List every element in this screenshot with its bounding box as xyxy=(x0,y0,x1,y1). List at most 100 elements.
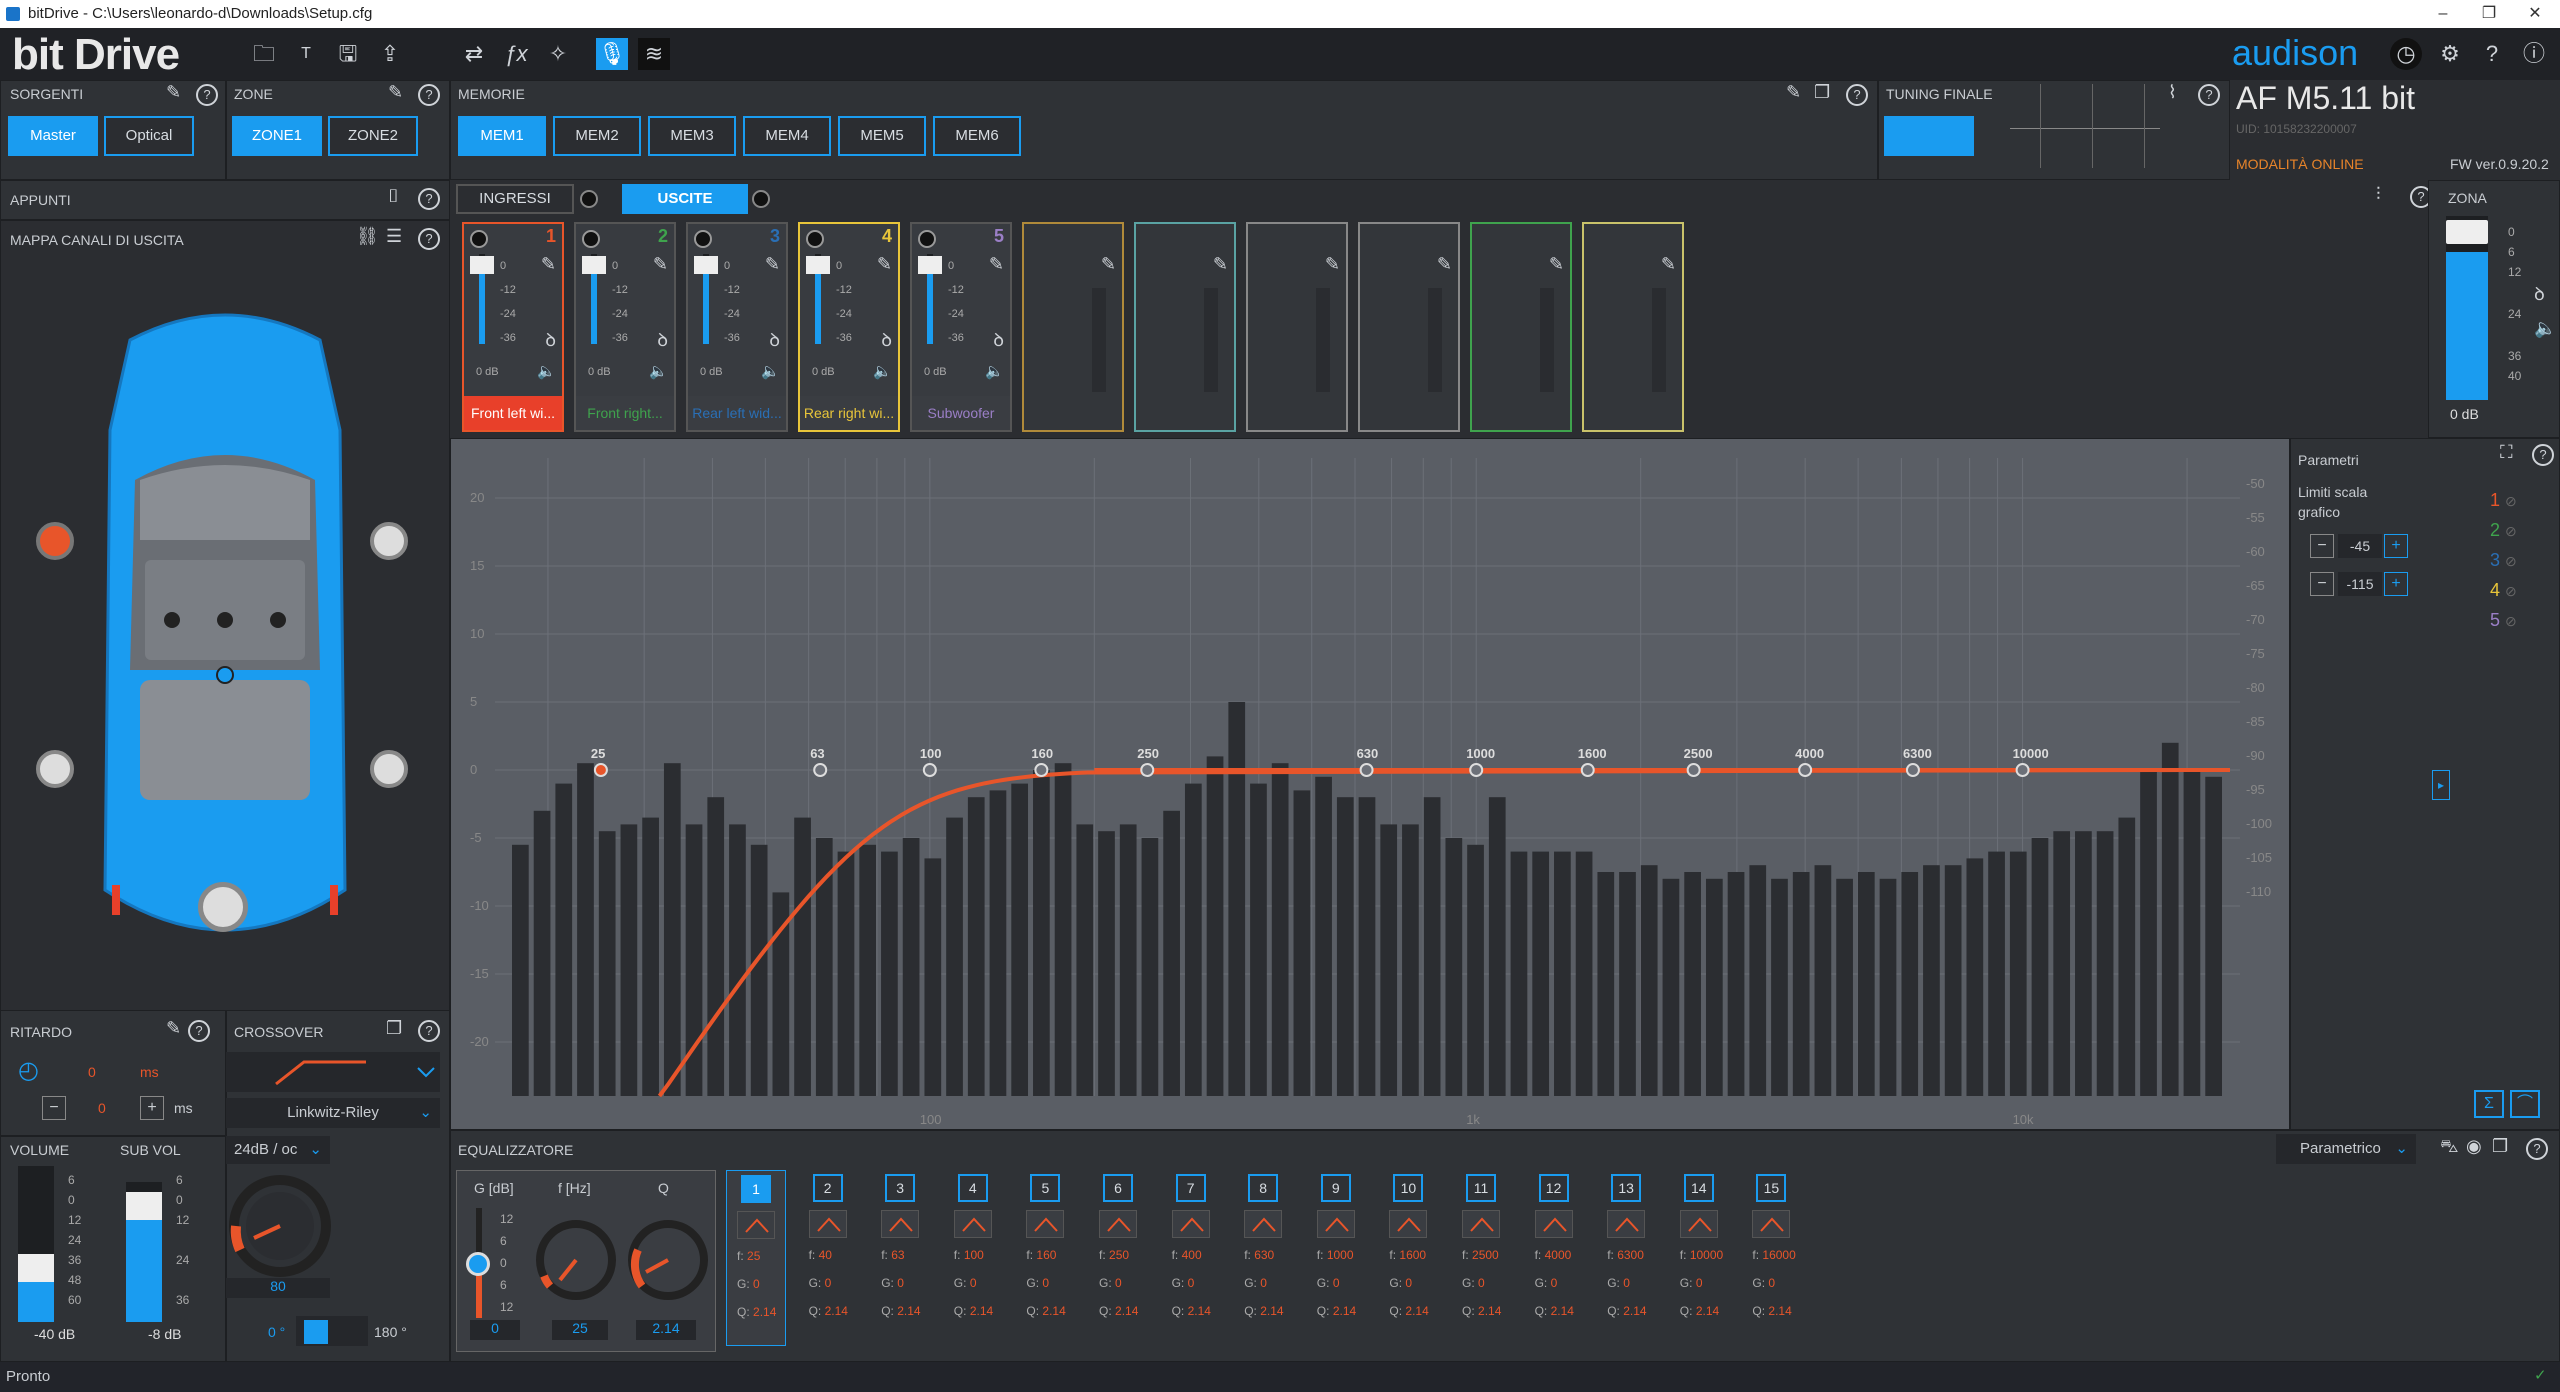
crossover-knob[interactable] xyxy=(220,1166,340,1286)
eq-band-button[interactable]: 14 xyxy=(1683,1174,1714,1202)
delay-plus-button[interactable]: + xyxy=(140,1096,164,1120)
channel-fader[interactable] xyxy=(806,256,830,274)
hidden-eye-icon[interactable]: ⊘ xyxy=(2505,613,2517,629)
mute-icon[interactable]: 🔈 xyxy=(985,362,1004,380)
legend-item-2[interactable]: 2 ⊘ xyxy=(2490,520,2517,541)
help-icon[interactable]: ? xyxy=(188,1020,210,1042)
edit-icon[interactable]: ✎ xyxy=(1325,254,1340,275)
help-icon[interactable]: ? xyxy=(418,228,440,250)
copy-icon[interactable]: ❐ xyxy=(2492,1136,2508,1157)
channel-name[interactable]: Rear right wi... xyxy=(800,396,898,430)
phase-slider-handle[interactable] xyxy=(304,1320,328,1344)
copy-icon[interactable]: ❐ xyxy=(386,1018,402,1039)
crossover-freq[interactable]: 80 xyxy=(226,1278,330,1298)
help-icon[interactable]: ? xyxy=(196,84,218,106)
eq-band-2[interactable]: 2 f: 40 G: 0 Q: 2.14 xyxy=(799,1174,859,1318)
output-channel-4[interactable]: 4 0 -12 -24 -36 ✎ ꝺ 0 dB 🔈 Rear right wi... xyxy=(798,222,900,432)
peak-filter-icon[interactable] xyxy=(737,1211,775,1239)
waveform-icon[interactable]: ≋ xyxy=(638,38,670,70)
min-value[interactable]: -115 xyxy=(2338,572,2382,596)
eq-band-8[interactable]: 8 f: 630 G: 0 Q: 2.14 xyxy=(1234,1174,1294,1318)
ear-icon[interactable]: ꝺ xyxy=(2534,282,2545,306)
edit-icon[interactable]: ✎ xyxy=(1549,254,1564,275)
max-plus-button[interactable]: + xyxy=(2384,534,2408,558)
peak-filter-icon[interactable] xyxy=(1607,1210,1646,1238)
edit-icon[interactable]: ✎ xyxy=(1786,82,1801,103)
tab-uscite[interactable]: USCITE xyxy=(622,184,748,214)
eq-band-node[interactable] xyxy=(593,763,608,777)
edit-icon[interactable]: ✎ xyxy=(1661,254,1676,275)
save-icon[interactable]: 🖫 xyxy=(332,38,364,70)
volume-fader[interactable] xyxy=(18,1254,54,1282)
eq-band-11[interactable]: 11 f: 2500 G: 0 Q: 2.14 xyxy=(1452,1174,1512,1318)
eq-band-node[interactable] xyxy=(1686,763,1701,777)
eq-band-node[interactable] xyxy=(2015,763,2030,777)
peak-filter-icon[interactable] xyxy=(1462,1210,1500,1238)
edit-icon[interactable]: ✎ xyxy=(166,1018,181,1039)
output-channel-2[interactable]: 2 0 -12 -24 -36 ✎ ꝺ 0 dB 🔈 Front right... xyxy=(574,222,676,432)
eq-band-button[interactable]: 2 xyxy=(812,1174,843,1202)
legend-item-1[interactable]: 1 ⊘ xyxy=(2490,490,2517,511)
channel-name[interactable]: Rear left wid... xyxy=(688,396,786,430)
edit-icon[interactable]: ✎ xyxy=(765,254,780,275)
edit-icon[interactable]: ✎ xyxy=(541,254,556,275)
zone2-button[interactable]: ZONE2 xyxy=(328,116,418,156)
close-icon[interactable]: ✕ xyxy=(2512,0,2558,28)
channel-name[interactable]: Front right... xyxy=(576,396,674,430)
copy-icon[interactable]: ❐ xyxy=(1814,82,1830,103)
eq-band-12[interactable]: 12 f: 4000 G: 0 Q: 2.14 xyxy=(1525,1174,1585,1318)
help-icon[interactable]: ? xyxy=(418,84,440,106)
peak-filter-icon[interactable] xyxy=(1244,1210,1283,1238)
filter-shape-select[interactable] xyxy=(226,1052,440,1092)
upload-icon[interactable]: ⇪ xyxy=(374,38,406,70)
help-icon[interactable]: ? xyxy=(2526,1138,2548,1160)
delay-step-value[interactable]: 0 xyxy=(98,1100,106,1116)
camera-icon[interactable]: ⌷ xyxy=(388,186,399,207)
mixer-icon[interactable]: ⫶ xyxy=(2376,184,2381,205)
reset-icon[interactable]: ◉ xyxy=(2466,1136,2482,1157)
eq-band-node[interactable] xyxy=(1140,763,1155,777)
tab-ingressi[interactable]: INGRESSI xyxy=(456,184,574,214)
zone1-button[interactable]: ZONE1 xyxy=(232,116,322,156)
mute-icon[interactable]: 🔈 xyxy=(2534,318,2556,339)
help-icon[interactable]: ? xyxy=(2476,38,2508,70)
help-icon[interactable]: ? xyxy=(1846,84,1868,106)
help-icon[interactable]: ? xyxy=(418,1020,440,1042)
eq-band-node[interactable] xyxy=(813,763,828,777)
f-value[interactable]: 25 xyxy=(552,1320,608,1340)
eq-band-10[interactable]: 10 f: 1600 G: 0 Q: 2.14 xyxy=(1379,1174,1439,1318)
eq-band-14[interactable]: 14 f: 10000 G: 0 Q: 2.14 xyxy=(1670,1174,1730,1318)
legend-item-4[interactable]: 4 ⊘ xyxy=(2490,580,2517,601)
empty-channel-slot[interactable]: ✎ xyxy=(1582,222,1684,432)
link-icon[interactable]: ⛓ xyxy=(356,226,379,247)
eq-band-node[interactable] xyxy=(1798,763,1813,777)
memory-button-3[interactable]: MEM3 xyxy=(648,116,736,156)
help-icon[interactable]: ? xyxy=(2198,84,2220,106)
speaker-front-left[interactable] xyxy=(36,522,74,560)
curve-button[interactable]: ⌒ xyxy=(2510,1090,2540,1118)
edit-icon[interactable]: ✎ xyxy=(653,254,668,275)
eq-mode-select[interactable]: Parametrico ⌄ xyxy=(2276,1134,2416,1164)
eq-band-15[interactable]: 15 f: 16000 G: 0 Q: 2.14 xyxy=(1742,1174,1802,1318)
empty-channel-slot[interactable]: ✎ xyxy=(1246,222,1348,432)
eq-band-node[interactable] xyxy=(1034,763,1049,777)
peak-filter-icon[interactable] xyxy=(1752,1210,1791,1238)
list-icon[interactable]: ☰ xyxy=(386,226,402,247)
response-graph[interactable]: 20 15 10 5 0 -5 -10 -15 -20 -50 -55 -60 -65 -70 -75 -80… xyxy=(450,438,2290,1130)
output-channel-5[interactable]: 5 0 -12 -24 -36 ✎ ꝺ 0 dB 🔈 Subwoofer xyxy=(910,222,1012,432)
peak-filter-icon[interactable] xyxy=(808,1210,847,1238)
tuning-button[interactable] xyxy=(1884,116,1974,156)
transfer-icon[interactable]: ⇄ xyxy=(458,38,490,70)
curve-icon[interactable]: ⌇ xyxy=(2168,82,2177,103)
eq-band-node[interactable] xyxy=(1580,763,1595,777)
ear-icon[interactable]: ꝺ xyxy=(769,328,780,352)
channel-fader[interactable] xyxy=(694,256,718,274)
clock-icon[interactable]: ◷ xyxy=(2390,38,2422,70)
edit-icon[interactable]: ✎ xyxy=(989,254,1004,275)
microphone-icon[interactable]: 🎙 xyxy=(596,38,628,70)
edit-icon[interactable]: ✎ xyxy=(388,82,403,103)
edit-icon[interactable]: ✎ xyxy=(1101,254,1116,275)
ear-icon[interactable]: ꝺ xyxy=(993,328,1004,352)
eq-band-7[interactable]: 7 f: 400 G: 0 Q: 2.14 xyxy=(1162,1174,1222,1318)
info-icon[interactable]: ⓘ xyxy=(2518,38,2550,70)
